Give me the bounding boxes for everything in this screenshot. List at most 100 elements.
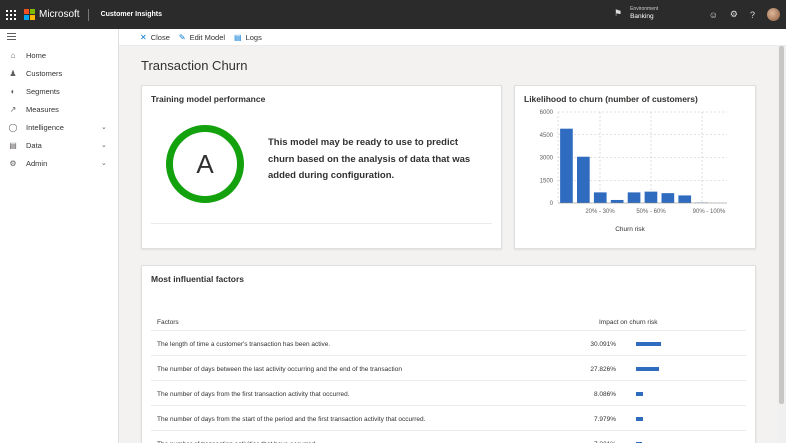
- data-icon: ▤: [9, 140, 17, 150]
- environment-icon: ⚑: [614, 7, 623, 18]
- chevron-down-icon[interactable]: ⌄: [101, 123, 119, 131]
- top-bar: Microsoft Customer Insights ⚑ Environmen…: [0, 0, 786, 29]
- microsoft-logo: [24, 9, 35, 20]
- factor-impact-bar: [636, 392, 643, 396]
- close-label: Close: [150, 32, 170, 42]
- environment-value: Banking: [630, 13, 654, 20]
- table-row[interactable]: The number of days between the last acti…: [151, 357, 746, 381]
- hamburger-menu-icon[interactable]: [7, 33, 16, 42]
- factors-table-header: Factors Impact on churn risk: [151, 314, 746, 331]
- column-header-impact[interactable]: Impact on churn risk: [599, 319, 658, 326]
- factor-impact-bar: [636, 367, 660, 371]
- churn-chart: 0 1500 3000 4500 6000 20% - 30% 50% - 60% 90% -…: [540, 110, 727, 233]
- factor-name: The number of days from the start of the…: [157, 416, 426, 423]
- grade-value: A: [196, 148, 214, 179]
- chevron-down-icon[interactable]: ⌄: [101, 141, 119, 149]
- measures-icon: ↗: [9, 104, 17, 114]
- sidebar: ⌂ Home ♟ Customers ◐ Segments ↗ Measures…: [0, 29, 119, 443]
- factor-impact-bar: [636, 417, 643, 421]
- chart-bar: [577, 156, 590, 203]
- environment-picker[interactable]: ⚑ Environment Banking: [614, 5, 658, 21]
- chart-bar: [661, 193, 675, 203]
- training-performance-card: Training model performance A This model …: [141, 85, 502, 249]
- admin-icon: ⚙: [9, 158, 17, 168]
- brand-name: Microsoft: [39, 9, 80, 20]
- table-row[interactable]: The number of days from the start of the…: [151, 407, 746, 431]
- x-tick-label: 20% - 30%: [585, 209, 615, 215]
- sidebar-item-label: Admin: [26, 158, 48, 168]
- factor-impact-percent: 30.091%: [590, 341, 616, 348]
- main-content: Transaction Churn Training model perform…: [119, 46, 777, 443]
- logs-button[interactable]: ▤ Logs: [234, 33, 262, 42]
- y-tick-label: 6000: [540, 110, 554, 116]
- edit-icon: ✎: [178, 32, 186, 42]
- waffle-icon[interactable]: [0, 0, 22, 29]
- y-tick-label: 3000: [540, 156, 554, 162]
- sidebar-item-segments[interactable]: ◐ Segments: [0, 82, 119, 100]
- chart-bar: [644, 191, 658, 203]
- card-title: Most influential factors: [151, 274, 245, 284]
- factor-name: The number of days between the last acti…: [157, 366, 402, 373]
- command-bar: ✕ Close ✎ Edit Model ▤ Logs: [119, 29, 786, 46]
- chart-bar: [678, 195, 692, 203]
- edit-model-button[interactable]: ✎ Edit Model: [179, 33, 225, 42]
- sidebar-item-label: Intelligence: [26, 122, 64, 132]
- scrollbar[interactable]: [777, 46, 786, 443]
- sidebar-item-admin[interactable]: ⚙ Admin ⌄: [0, 154, 119, 172]
- chevron-down-icon[interactable]: ⌄: [101, 159, 119, 167]
- segments-icon: ◐: [10, 86, 16, 96]
- page-title: Transaction Churn: [141, 58, 248, 73]
- scroll-thumb[interactable]: [779, 46, 784, 404]
- sidebar-item-intelligence[interactable]: ◯ Intelligence ⌄: [0, 118, 119, 136]
- factor-name: The length of time a customer's transact…: [157, 341, 331, 348]
- settings-icon[interactable]: ⚙: [730, 9, 738, 20]
- table-row[interactable]: The number of transaction activities tha…: [151, 432, 746, 443]
- factor-impact-percent: 8.086%: [593, 391, 616, 398]
- x-axis-title: Churn risk: [615, 226, 645, 233]
- factor-impact-percent: 27.826%: [590, 366, 616, 373]
- x-tick-label: 90% - 100%: [693, 209, 726, 215]
- sidebar-item-label: Segments: [26, 86, 60, 96]
- sidebar-item-customers[interactable]: ♟ Customers: [0, 64, 119, 82]
- x-tick-label: 50% - 60%: [636, 209, 666, 215]
- customers-icon: ♟: [9, 68, 17, 78]
- y-tick-label: 4500: [540, 133, 554, 139]
- performance-description: This model may be ready to use to predic…: [268, 137, 471, 181]
- factor-impact-bar: [636, 342, 661, 346]
- divider: [151, 223, 492, 224]
- factor-impact-percent: 7.979%: [593, 416, 616, 423]
- sidebar-item-label: Data: [26, 140, 42, 150]
- table-row[interactable]: The number of days from the first transa…: [151, 382, 746, 406]
- logs-label: Logs: [245, 32, 262, 42]
- y-tick-label: 1500: [540, 178, 554, 184]
- app-name[interactable]: Customer Insights: [101, 11, 162, 18]
- card-title: Training model performance: [151, 94, 266, 104]
- influential-factors-card: Most influential factors Factors Impact …: [141, 265, 756, 443]
- sidebar-item-label: Customers: [26, 68, 63, 78]
- sidebar-item-home[interactable]: ⌂ Home: [0, 46, 119, 64]
- intelligence-icon: ◯: [8, 122, 18, 132]
- environment-label: Environment: [630, 6, 659, 12]
- chart-bar: [560, 128, 573, 203]
- close-icon: ✕: [140, 32, 147, 42]
- chart-bar: [593, 192, 607, 203]
- table-row[interactable]: The length of time a customer's transact…: [151, 332, 746, 356]
- y-tick-label: 0: [550, 201, 554, 207]
- factor-name: The number of days from the first transa…: [157, 391, 350, 398]
- churn-likelihood-card: Likelihood to churn (number of customers…: [514, 85, 756, 249]
- avatar[interactable]: [767, 8, 780, 21]
- edit-model-label: Edit Model: [189, 32, 226, 42]
- help-icon[interactable]: ?: [750, 10, 755, 20]
- brand-divider: [87, 8, 89, 21]
- sidebar-item-measures[interactable]: ↗ Measures: [0, 100, 119, 118]
- home-icon: ⌂: [10, 50, 16, 60]
- chart-bar: [627, 192, 641, 203]
- sidebar-item-data[interactable]: ▤ Data ⌄: [0, 136, 119, 154]
- sidebar-item-label: Home: [26, 50, 47, 60]
- chart-bar: [610, 199, 624, 203]
- smiley-icon[interactable]: ☺: [709, 10, 718, 20]
- column-header-factors[interactable]: Factors: [157, 319, 179, 326]
- sidebar-item-label: Measures: [26, 104, 59, 114]
- document-icon: ▤: [234, 32, 242, 42]
- close-button[interactable]: ✕ Close: [140, 33, 170, 42]
